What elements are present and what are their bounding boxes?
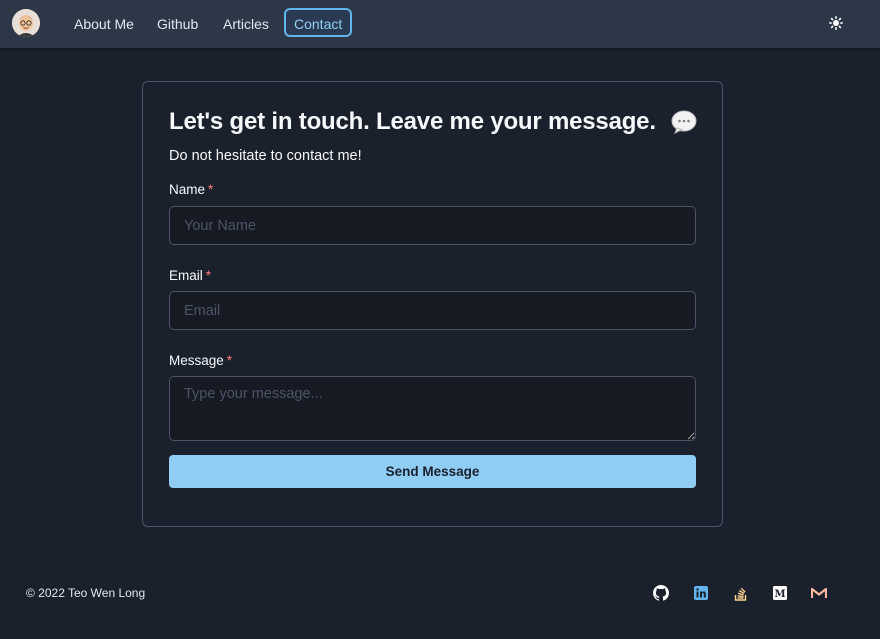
stackoverflow-icon[interactable] [733, 585, 749, 601]
email-input[interactable] [169, 291, 696, 330]
send-message-button[interactable]: Send Message [169, 455, 696, 488]
github-icon[interactable] [653, 585, 669, 601]
copyright-text: © 2022 Teo Wen Long [26, 586, 146, 600]
nav-link-articles[interactable]: Articles [213, 8, 279, 37]
svg-text:M: M [774, 589, 785, 600]
top-navbar: About Me Github Articles Contact [0, 0, 880, 48]
form-heading: Let's get in touch. Leave me your messag… [169, 108, 656, 135]
medium-icon[interactable]: M [772, 585, 788, 601]
sun-icon[interactable] [824, 11, 848, 35]
linkedin-icon[interactable] [693, 585, 709, 601]
email-label: Email * [169, 268, 212, 283]
name-label: Name * [169, 182, 214, 197]
form-subtitle: Do not hesitate to contact me! [169, 148, 362, 164]
nav-link-about-me[interactable]: About Me [64, 8, 144, 37]
nav-link-github[interactable]: Github [147, 8, 208, 37]
message-label: Message * [169, 353, 233, 368]
message-textarea[interactable] [169, 376, 696, 441]
contact-form-card: Let's get in touch. Leave me your messag… [142, 81, 723, 527]
speech-bubble-icon [671, 110, 697, 139]
gmail-icon[interactable] [811, 585, 827, 601]
required-marker: * [226, 353, 233, 368]
required-marker: * [208, 182, 214, 197]
name-input[interactable] [169, 206, 696, 245]
nav-link-contact[interactable]: Contact [284, 8, 353, 37]
required-marker: * [205, 268, 212, 283]
avatar-icon[interactable] [12, 9, 40, 37]
